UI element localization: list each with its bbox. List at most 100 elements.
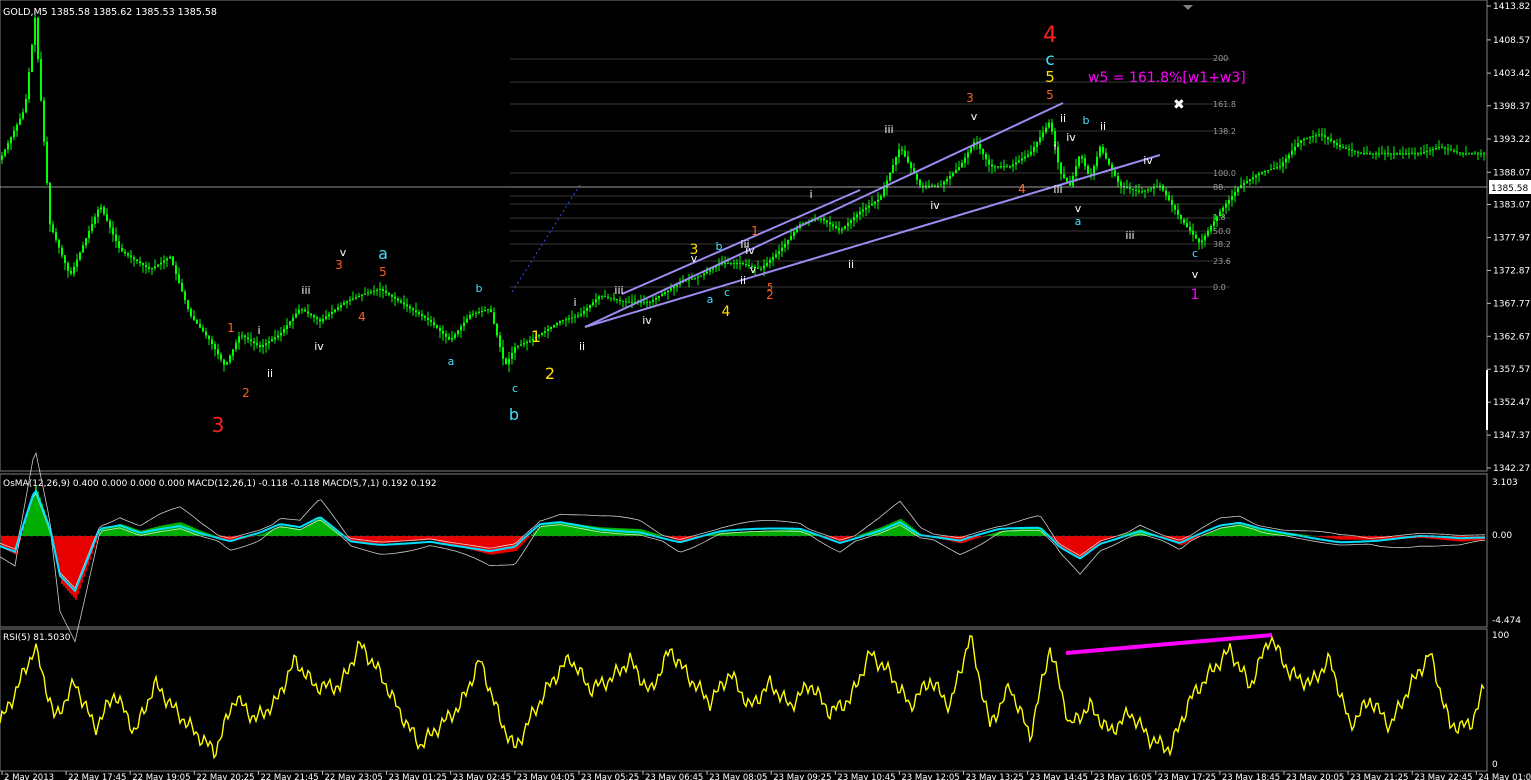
osma-bar: [153, 527, 155, 536]
candle-body: [1141, 191, 1143, 193]
osma-bar: [1229, 525, 1231, 536]
candle-body: [247, 337, 249, 340]
candle-body: [1135, 189, 1137, 191]
candle-body: [337, 307, 339, 310]
wave-label: iv: [1143, 154, 1153, 167]
candle-body: [424, 316, 426, 319]
candle-body: [208, 335, 210, 340]
candle-body: [649, 301, 651, 303]
candle-body: [925, 185, 927, 187]
candle-body: [1450, 149, 1452, 151]
candle-body: [862, 209, 864, 212]
osma-bar: [789, 529, 791, 536]
candle-body: [1213, 221, 1215, 226]
osma-bar: [567, 522, 569, 536]
osma-bar: [309, 523, 311, 536]
candle-body: [1264, 171, 1266, 173]
candle-body: [820, 218, 822, 220]
fib-label: 23.6: [1213, 257, 1231, 266]
candle-body: [703, 273, 705, 276]
candle-body: [226, 362, 228, 365]
candle-body: [934, 185, 936, 187]
candle-body: [706, 271, 708, 274]
candle-body: [364, 293, 366, 295]
wave-label: ii: [1100, 120, 1106, 133]
candle-body: [844, 225, 846, 229]
osma-bar: [1339, 536, 1341, 540]
osma-bar: [107, 527, 109, 536]
candle-body: [1447, 148, 1449, 150]
candle-body: [967, 152, 969, 158]
macd-scale-bottom: -4.474: [1492, 616, 1521, 626]
osma-bar: [365, 536, 367, 543]
candle-body: [1006, 166, 1008, 168]
candle-body: [868, 205, 870, 208]
wave-label: 1: [227, 321, 235, 335]
candle-body: [766, 262, 768, 266]
price-tick-label: 1413.82: [1493, 2, 1530, 12]
candle-body: [1048, 122, 1050, 128]
osma-bar: [1181, 536, 1183, 545]
osma-bar: [457, 536, 459, 547]
candle-body: [481, 310, 483, 312]
candle-body: [937, 185, 939, 187]
osma-bar: [509, 536, 511, 552]
candle-body: [22, 112, 24, 119]
wave-label: 3: [212, 413, 225, 437]
candle-body: [772, 256, 774, 260]
candle-body: [331, 311, 333, 315]
osma-bar: [797, 529, 799, 536]
candle-body: [952, 173, 954, 176]
candle-body: [400, 300, 402, 303]
candle-body: [172, 256, 174, 266]
candle-body: [1237, 188, 1239, 193]
trading-chart[interactable]: 200161.8138.2100.088.1.850.038.223.60.0 …: [0, 0, 1531, 780]
candle-body: [328, 314, 330, 317]
candle-body: [670, 288, 672, 291]
candle-body: [916, 174, 918, 180]
candle-body: [301, 309, 303, 311]
candle-body: [991, 164, 993, 167]
osma-bar: [255, 535, 257, 536]
candle-body: [361, 294, 363, 296]
candle-body: [292, 317, 294, 322]
candle-body: [256, 343, 258, 346]
candle-body: [325, 316, 327, 319]
osma-bar: [725, 532, 727, 536]
candle-body: [46, 141, 48, 184]
candle-body: [1303, 139, 1305, 141]
candle-body: [1435, 148, 1437, 150]
candle-body: [1057, 146, 1059, 163]
osma-bar: [439, 536, 441, 543]
candle-body: [691, 278, 693, 280]
candle-body: [586, 307, 588, 311]
candle-body: [1174, 205, 1176, 210]
candle-body: [1021, 158, 1023, 161]
candle-body: [319, 319, 321, 322]
candle-body: [1108, 158, 1110, 165]
osma-bar: [1337, 536, 1339, 540]
candle-body: [880, 195, 882, 200]
osma-bar: [1351, 536, 1353, 540]
fib-label: 200: [1213, 54, 1228, 63]
candle-body: [901, 149, 903, 151]
candle-body: [580, 313, 582, 316]
candle-body: [1222, 207, 1224, 212]
candle-body: [643, 301, 645, 303]
candle-body: [931, 185, 933, 187]
wave-label: 1: [531, 327, 541, 346]
candle-body: [91, 223, 93, 232]
candle-body: [1003, 166, 1005, 168]
time-tick-label: 22 May 23:05: [325, 773, 383, 780]
candle-body: [409, 306, 411, 309]
candle-body: [1432, 149, 1434, 151]
osma-bar: [713, 534, 715, 536]
candle-body: [1207, 230, 1209, 236]
candle-body: [898, 149, 900, 158]
candle-body: [1243, 183, 1245, 185]
wave-label: ii: [740, 274, 746, 287]
osma-bar: [1317, 536, 1319, 537]
candle-body: [199, 323, 201, 328]
candle-body: [52, 224, 54, 233]
candle-body: [1180, 214, 1182, 220]
